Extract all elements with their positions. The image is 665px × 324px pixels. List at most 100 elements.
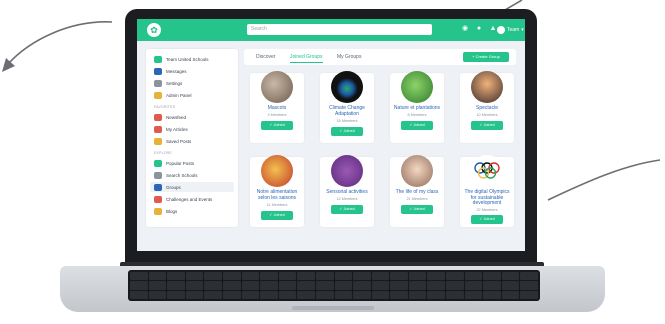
keyboard-key [260,272,278,281]
sidebar-item-label: My Articles [166,126,188,132]
member-count: 21 Members [406,197,428,201]
joined-button[interactable]: ✓ Joined [261,121,293,130]
sidebar-item-my-articles[interactable]: My Articles [154,124,188,134]
keyboard-key [130,281,148,290]
search-input[interactable]: Search [247,24,432,35]
sidebar-item-popular-posts[interactable]: Popular Posts [154,158,194,168]
section-heading-explore: EXPLORE [154,151,172,155]
group-name[interactable]: Mascots [252,105,302,112]
chevron-down-icon: ▾ [521,26,524,33]
keyboard-key [427,272,446,281]
joined-button[interactable]: ✓ Joined [331,205,363,214]
sidebar-item-settings[interactable]: Settings [154,78,182,88]
member-count: 18 Members [336,119,358,123]
group-card[interactable]: Mascots 3 Members ✓ Joined [250,71,304,143]
group-card[interactable]: Sensorial activities 12 Members ✓ Joined [320,155,374,227]
newspaper-icon [154,113,162,121]
group-thumbnail [471,71,503,103]
group-name[interactable]: Climate Change Adaptation [322,105,372,117]
chat-icon[interactable]: ● [475,25,483,33]
keyboard-key [353,281,371,290]
trackpad-lip [292,306,374,310]
sidebar-item-messages[interactable]: Messages [154,66,187,76]
group-card[interactable]: The life of my class 21 Members ✓ Joined [390,155,444,227]
keyboard-key [167,272,185,281]
group-name[interactable]: Nature et plantations [392,105,442,112]
tab-discover[interactable]: Discover [256,54,275,60]
sidebar-item-saved-posts[interactable]: Saved Posts [154,136,191,146]
create-group-button[interactable]: + Create Group [463,52,509,62]
joined-button[interactable]: ✓ Joined [331,127,363,136]
tab-joined-groups[interactable]: Joined Groups [290,54,323,63]
keyboard-key [185,272,204,281]
group-name[interactable]: The life of my class [392,189,442,196]
joined-button[interactable]: ✓ Joined [401,205,433,214]
sidebar-item-label: Team United Schools [166,56,209,62]
keyboard-key [297,290,315,299]
gear-icon [154,79,162,87]
keyboard-key [185,281,204,290]
keyboard-key [464,272,483,281]
keyboard-key [260,290,278,299]
header-icons: ◉ ● ▲ [461,25,497,33]
keyboard-key [371,281,390,290]
group-card[interactable]: The digital Olympics for sustainable dev… [460,155,514,227]
sidebar-item-label: Groups [166,184,181,190]
keyboard-key [520,272,538,281]
group-name[interactable]: Notre alimentation selon les saisons [252,189,302,201]
keyboard-key [353,290,371,299]
keyboard-key [148,272,167,281]
group-name[interactable]: The digital Olympics for sustainable dev… [462,189,512,207]
sidebar: Team United Schools Messages Settings Ad… [146,49,238,227]
keyboard-key [222,281,241,290]
keyboard-key [260,281,278,290]
keyboard-key [222,290,241,299]
keyboard-key [408,290,427,299]
member-count: 3 Members [267,113,287,117]
joined-button[interactable]: ✓ Joined [401,121,433,130]
article-icon [154,125,162,133]
keyboard-key [520,281,538,290]
group-thumbnail [331,71,363,103]
joined-button[interactable]: ✓ Joined [471,121,503,130]
sidebar-item-label: Settings [166,80,183,86]
sidebar-item-label: Saved Posts [166,138,192,144]
joined-button[interactable]: ✓ Joined [261,211,293,220]
keyboard-key [241,281,260,290]
sidebar-item-team-united-schools[interactable]: Team United Schools [154,54,209,64]
group-card[interactable]: Spectacle 10 Members ✓ Joined [460,71,514,143]
keyboard-key [427,281,446,290]
keyboard-key [371,290,390,299]
group-name[interactable]: Sensorial activities [322,189,372,196]
bell-icon[interactable]: ▲ [489,25,497,33]
app-logo-icon[interactable]: ✿ [147,23,161,37]
sidebar-item-label: Newsfeed [166,114,187,120]
tab-my-groups[interactable]: My Groups [337,54,361,60]
keyboard-key [148,290,167,299]
sidebar-item-search-schools[interactable]: Search Schools [154,170,198,180]
keyboard-key [222,272,241,281]
keyboard-key [483,281,501,290]
keyboard-key [390,272,408,281]
sidebar-item-label: Search Schools [166,172,198,178]
group-card[interactable]: Nature et plantations 8 Members ✓ Joined [390,71,444,143]
group-name[interactable]: Spectacle [462,105,512,112]
group-card[interactable]: Climate Change Adaptation 18 Members ✓ J… [320,71,374,143]
sidebar-item-blogs[interactable]: Blogs [154,206,177,216]
eye-icon[interactable]: ◉ [461,25,469,33]
keyboard-key [130,290,148,299]
joined-button[interactable]: ✓ Joined [471,215,503,224]
member-count: 22 Members [476,208,498,212]
main-content: Discover Joined Groups My Groups + Creat… [244,49,516,227]
laptop-keyboard [128,270,540,301]
keyboard-key [483,290,501,299]
keyboard-key [408,272,427,281]
group-card[interactable]: Notre alimentation selon les saisons 11 … [250,155,304,227]
sidebar-item-newsfeed[interactable]: Newsfeed [154,112,186,122]
sidebar-item-challenges-and-events[interactable]: Challenges and Events [154,194,212,204]
keyboard-key [501,281,520,290]
user-menu[interactable]: Team ▾ [497,24,524,35]
keyboard-key [408,281,427,290]
sidebar-item-groups[interactable]: Groups [150,182,234,192]
sidebar-item-admin-panel[interactable]: Admin Panel [154,90,192,100]
